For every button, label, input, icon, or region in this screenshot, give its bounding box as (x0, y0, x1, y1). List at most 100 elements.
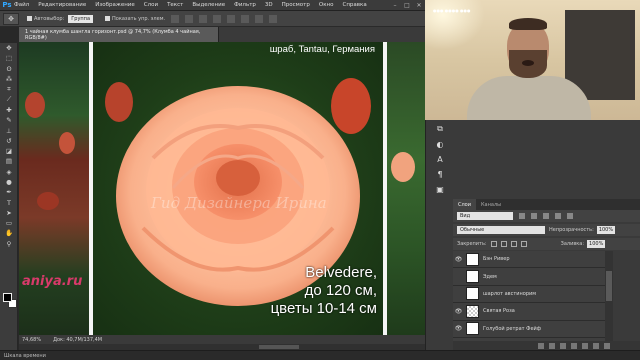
opacity-input[interactable]: 100% (596, 226, 616, 234)
crop-tool-icon[interactable]: ⌗ (0, 84, 18, 94)
visibility-eye-icon[interactable]: 👁 (453, 325, 464, 332)
link-layers-icon[interactable] (538, 342, 544, 349)
healing-tool-icon[interactable]: ✚ (0, 105, 18, 115)
layer-row[interactable]: 👁 Бэн Ривер (453, 251, 605, 269)
character-icon[interactable]: A (433, 153, 447, 165)
minimize-icon[interactable]: – (389, 0, 401, 11)
lasso-tool-icon[interactable]: ʘ (0, 64, 18, 74)
filter-type-icon[interactable] (543, 213, 549, 219)
document-tab[interactable]: 1 чайная клумба шангла горизонт.psd @ 74… (19, 27, 219, 42)
visibility-eye-icon[interactable]: 👁 (453, 256, 464, 263)
new-group-icon[interactable] (582, 342, 588, 349)
layer-name[interactable]: Бэн Ривер (483, 256, 510, 262)
layer-thumbnail (466, 252, 479, 266)
menu-window[interactable]: Окно (319, 2, 334, 8)
show-transform-checkbox[interactable] (105, 16, 111, 21)
path-select-tool-icon[interactable]: ➤ (0, 208, 18, 218)
layer-row[interactable]: 👁 Голубой ретрат Фейф (453, 321, 605, 338)
move-tool-icon[interactable]: ✥ (0, 43, 18, 53)
color-swatches[interactable] (3, 293, 17, 309)
align-left-icon[interactable] (213, 14, 222, 23)
gradient-tool-icon[interactable]: ▤ (0, 156, 18, 166)
move-tool-icon[interactable]: ✥ (3, 12, 19, 25)
lock-position-icon[interactable] (510, 241, 517, 247)
layer-style-icon[interactable] (549, 342, 555, 349)
menu-layer[interactable]: Слои (144, 2, 158, 8)
shape-tool-icon[interactable]: ▭ (0, 218, 18, 228)
lock-transparent-icon[interactable] (490, 241, 497, 247)
quick-select-tool-icon[interactable]: ⁂ (0, 74, 18, 84)
brush-settings-icon[interactable]: ◐ (433, 138, 447, 150)
zoom-level[interactable]: 74,68% (22, 337, 41, 343)
align-right-icon[interactable] (241, 14, 250, 23)
new-layer-icon[interactable] (593, 342, 599, 349)
menu-edit[interactable]: Редактирование (38, 2, 86, 8)
align-bottom-icon[interactable] (199, 14, 208, 23)
menu-type[interactable]: Текст (167, 2, 183, 8)
tool-presets-icon[interactable]: ▣ (433, 183, 447, 195)
show-transform-label: Показать упр. элем. (112, 15, 166, 22)
auto-select-dropdown[interactable]: Группа (68, 14, 94, 23)
align-center-icon[interactable] (227, 14, 236, 23)
tab-layers[interactable]: Слои (453, 199, 476, 210)
visibility-eye-icon[interactable]: 👁 (453, 308, 464, 315)
tab-channels[interactable]: Каналы (476, 199, 506, 210)
layer-filter-dropdown[interactable]: Вид (457, 212, 513, 220)
filter-smart-icon[interactable] (567, 213, 573, 219)
adjustment-layer-icon[interactable] (571, 342, 577, 349)
layer-thumbnail (466, 270, 479, 284)
pen-tool-icon[interactable]: ✒ (0, 187, 18, 197)
layer-name[interactable]: Эдем (483, 274, 497, 280)
paragraph-icon[interactable]: ¶ (433, 168, 447, 180)
layer-name[interactable]: Голубой ретрат Фейф (483, 326, 541, 332)
eraser-tool-icon[interactable]: ◪ (0, 146, 18, 156)
photoshop-logo-icon[interactable]: Ps (0, 0, 14, 11)
layer-name[interactable]: Святая Роза (483, 308, 515, 314)
align-middle-icon[interactable] (185, 14, 194, 23)
layer-name[interactable]: шарлот австинорим (483, 291, 536, 297)
align-top-icon[interactable] (171, 14, 180, 23)
delete-layer-icon[interactable] (604, 342, 610, 349)
maximize-icon[interactable]: □ (401, 0, 413, 11)
menu-3d[interactable]: 3D (265, 2, 273, 8)
layer-row[interactable]: Эдем (453, 268, 605, 286)
3d-mode-icon[interactable] (269, 14, 278, 23)
zoom-tool-icon[interactable]: ⚲ (0, 239, 18, 249)
scrollbar-thumb[interactable] (606, 271, 612, 301)
dodge-tool-icon[interactable]: ● (0, 177, 18, 187)
menu-image[interactable]: Изображение (95, 2, 135, 8)
filter-pixel-icon[interactable] (519, 213, 525, 219)
marquee-tool-icon[interactable]: ⬚ (0, 53, 18, 63)
blend-mode-dropdown[interactable]: Обычные (457, 226, 545, 234)
lock-pixels-icon[interactable] (500, 241, 507, 247)
menu-help[interactable]: Справка (342, 2, 366, 8)
type-tool-icon[interactable]: T (0, 197, 18, 207)
foreground-color-swatch[interactable] (3, 293, 12, 302)
menu-view[interactable]: Просмотр (282, 2, 310, 8)
scrollbar-thumb[interactable] (259, 345, 299, 349)
layer-row[interactable]: шарлот австинорим (453, 286, 605, 304)
layers-scrollbar[interactable] (605, 251, 613, 341)
menu-filter[interactable]: Фильтр (234, 2, 256, 8)
menu-select[interactable]: Выделение (192, 2, 225, 8)
fill-input[interactable]: 100% (587, 240, 606, 248)
layer-row[interactable]: 👁 Святая Роза (453, 303, 605, 321)
history-brush-tool-icon[interactable]: ↺ (0, 136, 18, 146)
eyedropper-tool-icon[interactable]: ⟋ (0, 94, 18, 104)
document-canvas[interactable]: aniya.ru шраб, Tantau, Германия Гид Диза… (19, 42, 425, 335)
distribute-icon[interactable] (255, 14, 264, 23)
stamp-tool-icon[interactable]: ⊥ (0, 125, 18, 135)
menu-file[interactable]: Файл (14, 2, 29, 8)
blur-tool-icon[interactable]: ◈ (0, 167, 18, 177)
filter-shape-icon[interactable] (555, 213, 561, 219)
lock-all-icon[interactable] (520, 241, 527, 247)
history-icon[interactable]: ⧉ (433, 123, 447, 135)
rose-bud-image (105, 82, 133, 122)
brush-tool-icon[interactable]: ✎ (0, 115, 18, 125)
add-mask-icon[interactable] (560, 342, 566, 349)
auto-select-checkbox[interactable] (27, 16, 32, 21)
timeline-label[interactable]: Шкала времени (4, 353, 46, 359)
filter-adjustment-icon[interactable] (531, 213, 537, 219)
close-icon[interactable]: ✕ (413, 0, 425, 11)
hand-tool-icon[interactable]: ✋ (0, 228, 18, 238)
